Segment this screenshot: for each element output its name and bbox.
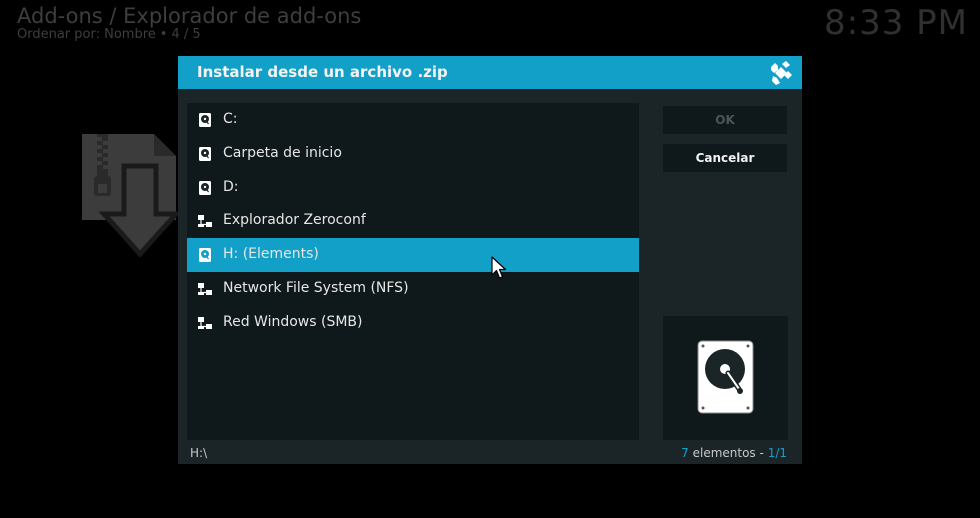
list-item-label: C:: [223, 111, 238, 127]
kodi-screen: Add-ons / Explorador de add-ons Ordenar …: [0, 0, 980, 518]
list-item-c-drive[interactable]: C:: [187, 103, 639, 137]
footer-separator: -: [759, 446, 764, 460]
current-path: H:\: [190, 446, 208, 460]
mouse-cursor-icon: [491, 256, 507, 279]
list-item-label: Red Windows (SMB): [223, 314, 363, 330]
list-item-label: Network File System (NFS): [223, 280, 409, 296]
hard-drive-icon: [697, 340, 754, 414]
list-item-label: D:: [223, 179, 239, 195]
network-icon: [198, 283, 212, 295]
network-icon: [198, 215, 212, 227]
clock: 8:33 PM: [824, 3, 968, 43]
dialog-title: Instalar desde un archivo .zip: [197, 63, 448, 81]
sort-info: Ordenar por: Nombre • 4 / 5: [17, 27, 201, 42]
item-count-number: 7: [681, 446, 689, 460]
install-zip-dialog: Instalar desde un archivo .zip C: Carpet…: [178, 56, 802, 464]
item-count: 7 elementos - 1/1: [681, 446, 787, 460]
zip-install-icon: [82, 134, 182, 257]
ok-button[interactable]: OK: [663, 106, 787, 134]
list-item-label: Carpeta de inicio: [223, 145, 342, 161]
item-count-label: elementos: [692, 446, 756, 460]
hard-drive-icon: [199, 248, 211, 262]
hard-drive-icon: [199, 181, 211, 195]
list-item-label: Explorador Zeroconf: [223, 212, 366, 228]
preview-thumbnail: [663, 316, 788, 440]
dialog-header: Instalar desde un archivo .zip: [178, 56, 802, 89]
page-indicator: 1/1: [767, 446, 787, 460]
list-item-h-elements[interactable]: H: (Elements): [187, 238, 639, 272]
network-icon: [198, 317, 212, 329]
source-list[interactable]: C: Carpeta de inicio D: Explorador Zeroc…: [187, 103, 639, 440]
sort-label: Ordenar por: Nombre: [17, 27, 156, 42]
hard-drive-icon: [199, 147, 211, 161]
kodi-logo-icon: [771, 61, 792, 85]
list-item-home-folder[interactable]: Carpeta de inicio: [187, 137, 639, 171]
separator-dot: •: [159, 27, 168, 42]
cancel-button[interactable]: Cancelar: [663, 144, 787, 172]
list-item-label: H: (Elements): [223, 246, 319, 262]
list-item-nfs[interactable]: Network File System (NFS): [187, 272, 639, 306]
list-item-d-drive[interactable]: D:: [187, 171, 639, 205]
list-item-zeroconf[interactable]: Explorador Zeroconf: [187, 204, 639, 238]
item-position: 4 / 5: [171, 27, 201, 42]
hard-drive-icon: [199, 113, 211, 127]
page-title: Add-ons / Explorador de add-ons: [17, 4, 362, 28]
list-item-smb[interactable]: Red Windows (SMB): [187, 306, 639, 340]
